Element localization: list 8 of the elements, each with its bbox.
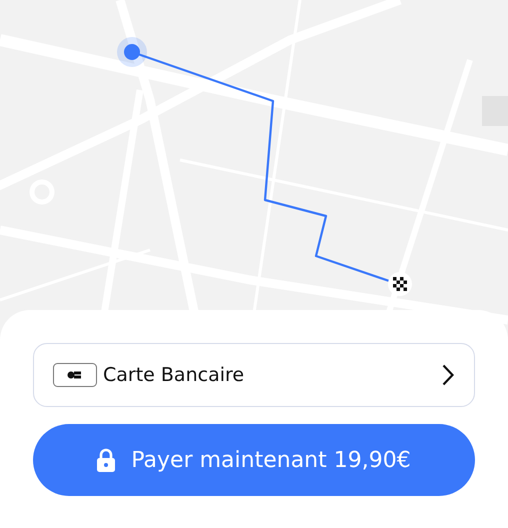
payment-method-selector[interactable]: Carte Bancaire bbox=[33, 343, 475, 407]
pay-button[interactable]: Payer maintenant 19,90€ bbox=[33, 424, 475, 496]
location-marker-icon bbox=[117, 37, 147, 67]
card-icon bbox=[53, 363, 97, 387]
checkered-flag-icon bbox=[388, 272, 412, 296]
chevron-right-icon bbox=[442, 364, 454, 386]
lock-icon bbox=[97, 448, 116, 472]
payment-method-label: Carte Bancaire bbox=[103, 364, 246, 386]
